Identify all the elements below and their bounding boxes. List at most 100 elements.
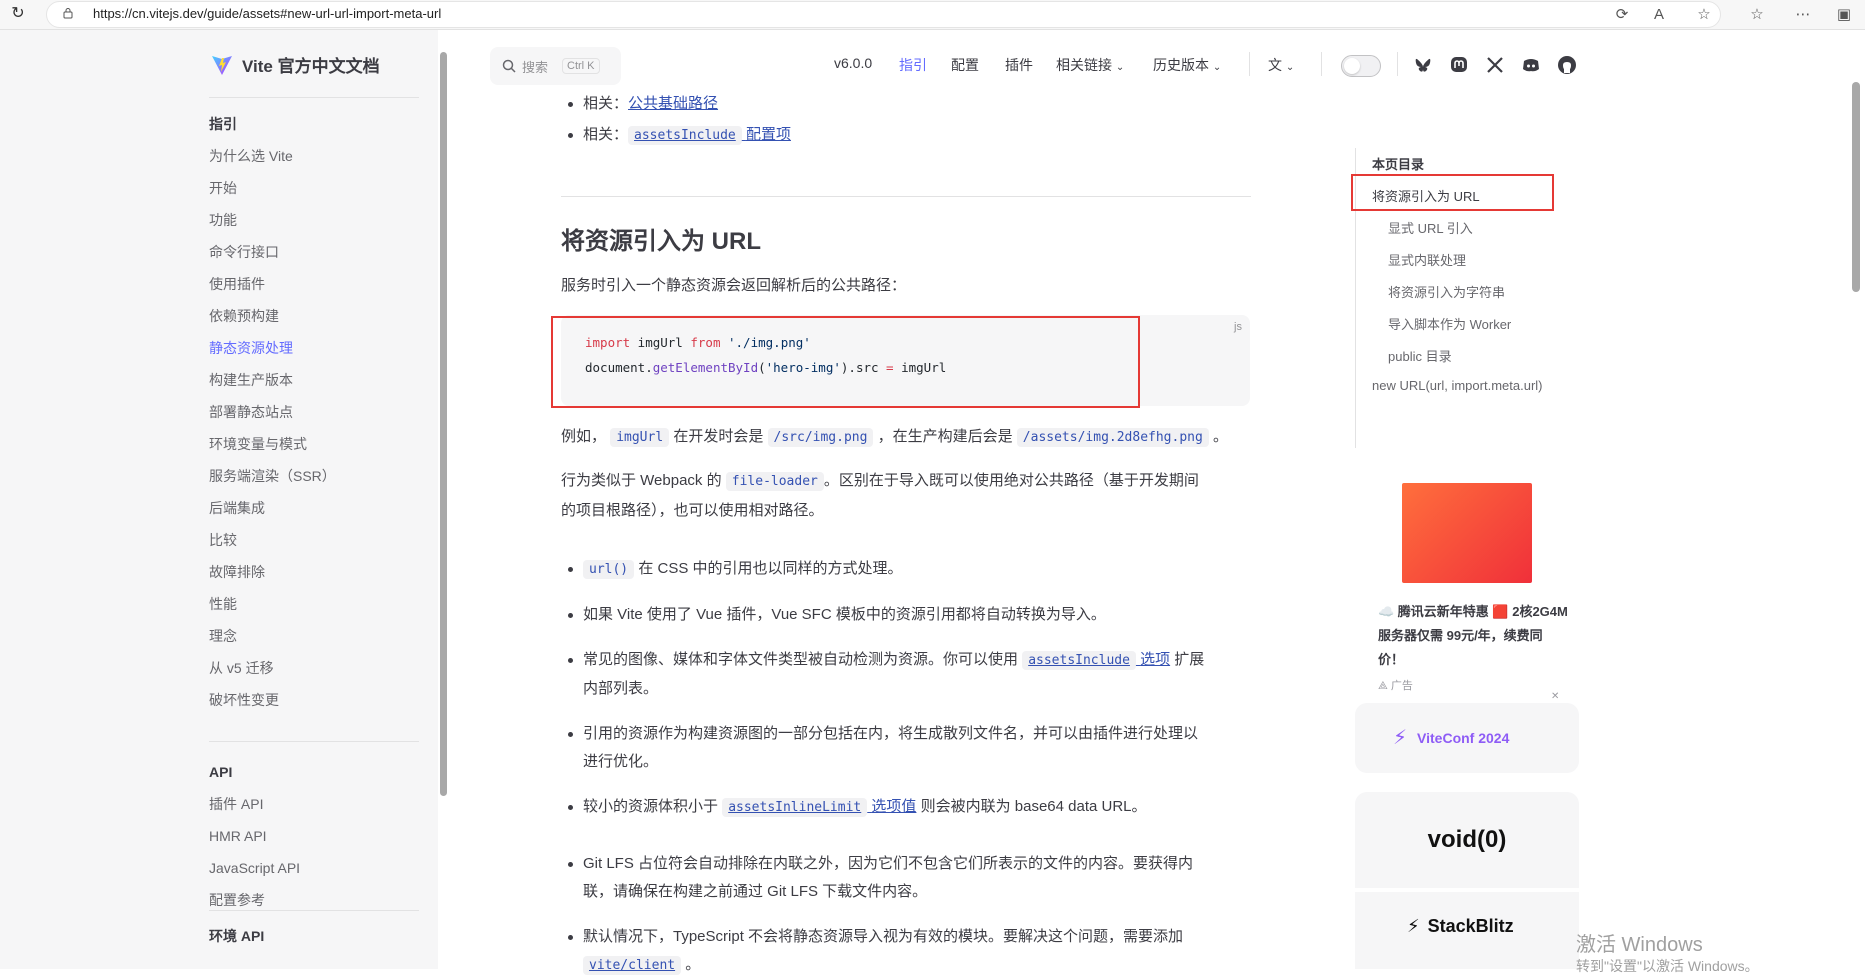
github-icon[interactable] (1556, 54, 1578, 76)
translate-icon[interactable]: ⟳ (1612, 5, 1632, 25)
sidebar-item[interactable]: 理念 (209, 620, 336, 652)
webpack-paragraph: 行为类似于 Webpack 的 file-loader 。区别在于导入既可以使用绝… (561, 472, 1199, 519)
sidebar-item[interactable]: 插件 API (209, 788, 300, 820)
sidebar-item[interactable]: 为什么选 Vite (209, 140, 336, 172)
sidebar-item[interactable]: 功能 (209, 204, 336, 236)
related-prefix: 相关： (583, 126, 629, 143)
sponsor-name: ViteConf 2024 (1417, 729, 1510, 746)
toc-item[interactable]: 显式 URL 引入 (1388, 218, 1473, 237)
ad-close-icon[interactable]: ✕ (1551, 691, 1559, 702)
sidebar-item[interactable]: 故障排除 (209, 556, 336, 588)
sidebar-toggle-icon[interactable]: ▣ (1834, 5, 1854, 25)
sidebar-item[interactable]: 环境变量与模式 (209, 428, 336, 460)
mastodon-icon[interactable] (1448, 54, 1470, 76)
more-icon[interactable]: ⋯ (1793, 5, 1813, 25)
sidebar-item[interactable]: 服务端渲染（SSR） (209, 460, 336, 492)
language-switcher[interactable]: 文 ⌄ (1268, 55, 1294, 75)
nav-plugins[interactable]: 插件 (1005, 55, 1033, 75)
sidebar-section-guide: 指引 为什么选 Vite 开始 功能 命令行接口 使用插件 依赖预构建 静态资源处理 构建生产… (209, 108, 336, 716)
ad-icon: ⟁ (1378, 680, 1388, 692)
list-item: 常见的图像、媒体和字体文件类型被自动检测为资源。你可以使用 assetsIncl… (561, 646, 1251, 703)
highlight-box-code (551, 316, 1140, 408)
inline-code: assetsInclude (628, 126, 742, 145)
sidebar-item[interactable]: 破坏性变更 (209, 684, 336, 716)
site-logo[interactable]: Vite 官方中文文档 (210, 52, 380, 77)
assetsinclude-option-link[interactable]: assetsInclude 选项 (1022, 651, 1170, 670)
x-twitter-icon[interactable] (1484, 54, 1506, 76)
discord-icon[interactable] (1520, 54, 1542, 76)
related-link-label: 配置项 (745, 126, 791, 143)
sidebar-item[interactable]: JavaScript API (209, 852, 300, 884)
toc-item[interactable]: public 目录 (1388, 346, 1452, 365)
code-lang-label: js (1234, 321, 1242, 333)
favorites-icon[interactable]: ☆ (1747, 5, 1767, 25)
sun-icon (1344, 58, 1360, 74)
sidebar-item[interactable]: 比较 (209, 524, 336, 556)
vite-client-link[interactable]: vite/client (583, 956, 682, 975)
toc-item[interactable]: new URL(url, import.meta.url) (1372, 378, 1543, 393)
sidebar-item[interactable]: 开始 (209, 172, 336, 204)
sidebar-item[interactable]: 静态资源处理 (209, 332, 336, 364)
sidebar-item[interactable]: 部署静态站点 (209, 396, 336, 428)
sponsor-stackblitz[interactable]: ⚡ StackBlitz (1355, 892, 1579, 969)
list-item: url() 在 CSS 中的引用也以同样的方式处理。 (561, 555, 1251, 584)
example-paragraph: 例如， imgUrl 在开发时会是 /src/img.png ，在生产构建后会是… (561, 428, 1228, 447)
sponsor-name: void(0) (1427, 826, 1507, 853)
page-scrollbar[interactable] (1852, 82, 1860, 292)
sidebar-item[interactable]: 命令行接口 (209, 236, 336, 268)
browser-toolbar: ↻ https://cn.vitejs.dev/guide/assets#new… (0, 0, 1865, 30)
sidebar-item[interactable]: 从 v5 迁移 (209, 652, 336, 684)
sidebar-item[interactable]: 性能 (209, 588, 336, 620)
sidebar-scrollbar[interactable] (440, 52, 447, 796)
windows-watermark-subtitle: 转到"设置"以激活 Windows。 (1576, 958, 1759, 974)
nav-config[interactable]: 配置 (951, 55, 979, 75)
assetsinlinelimit-option-link[interactable]: assetsInlineLimit 选项值 (722, 798, 916, 817)
nav-links[interactable]: 相关链接 ⌄ (1056, 55, 1124, 75)
sidebar-item[interactable]: HMR API (209, 820, 300, 852)
chevron-down-icon: ⌄ (1285, 62, 1295, 73)
search-button[interactable]: 搜索 Ctrl K (490, 47, 621, 85)
sidebar-item[interactable]: 后端集成 (209, 492, 336, 524)
search-shortcut: Ctrl K (562, 58, 600, 74)
windows-watermark-title: 激活 Windows (1576, 934, 1703, 956)
sponsor-viteconf[interactable]: ⚡ ViteConf 2024 (1355, 703, 1579, 773)
lock-icon[interactable] (62, 7, 74, 19)
section-divider (561, 196, 1251, 197)
sidebar-section-api: API 插件 API HMR API JavaScript API 配置参考 (209, 756, 300, 916)
nav-guide[interactable]: 指引 (899, 55, 927, 75)
sidebar-item[interactable]: 依赖预构建 (209, 300, 336, 332)
list-item: 较小的资源体积小于 assetsInlineLimit 选项值 则会被内联为 b… (561, 793, 1251, 822)
related-link-assetsinclude[interactable]: assetsInclude 配置项 (628, 126, 791, 145)
viteconf-logo-icon: ⚡ (1393, 727, 1408, 749)
theme-toggle[interactable] (1341, 55, 1381, 77)
ad-text[interactable]: ☁️ 腾讯云新年特惠 🟥 2核2G4M服务器仅需 99元/年，续费同价！ (1378, 600, 1568, 672)
ad-image[interactable] (1402, 483, 1532, 583)
toc-item[interactable]: 导入脚本作为 Worker (1388, 314, 1511, 333)
nav-history[interactable]: 历史版本 ⌄ (1153, 55, 1221, 75)
toc-item[interactable]: 显式内联处理 (1388, 250, 1466, 269)
sidebar-item[interactable]: 构建生产版本 (209, 364, 336, 396)
related-item: 相关：公共基础路径 (561, 90, 1251, 118)
sidebar-item[interactable]: 使用插件 (209, 268, 336, 300)
intro-paragraph: 服务时引入一个静态资源会返回解析后的公共路径： (561, 277, 907, 294)
nav-version[interactable]: v6.0.0 (834, 55, 872, 71)
related-item: 相关： assetsInclude 配置项 (561, 121, 1251, 150)
reload-icon[interactable]: ↻ (8, 4, 28, 24)
inline-code: file-loader (725, 472, 824, 491)
favorite-star-icon[interactable]: ☆ (1694, 5, 1714, 25)
search-icon (502, 59, 516, 73)
chevron-down-icon: ⌄ (1115, 62, 1125, 73)
read-aloud-icon[interactable]: A (1649, 5, 1669, 25)
sponsor-void[interactable]: void(0) (1355, 792, 1579, 888)
related-link-public-base[interactable]: 公共基础路径 (628, 95, 718, 112)
inline-code: imgUrl (610, 428, 670, 447)
chevron-down-icon: ⌄ (1212, 62, 1222, 73)
sidebar-item[interactable]: 配置参考 (209, 884, 300, 916)
list-item: Git LFS 占位符会自动排除在内联之外，因为它们不包含它们所表示的文件的内容… (561, 850, 1251, 906)
list-item: 如果 Vite 使用了 Vue 插件，Vue SFC 模板中的资源引用都将自动转… (561, 601, 1251, 629)
toc-item[interactable]: 将资源引入为字符串 (1388, 282, 1505, 301)
vite-logo-icon (212, 55, 232, 75)
translate-icon: 文 (1268, 57, 1282, 73)
url-text[interactable]: https://cn.vitejs.dev/guide/assets#new-u… (93, 6, 441, 21)
bluesky-icon[interactable] (1412, 54, 1434, 76)
